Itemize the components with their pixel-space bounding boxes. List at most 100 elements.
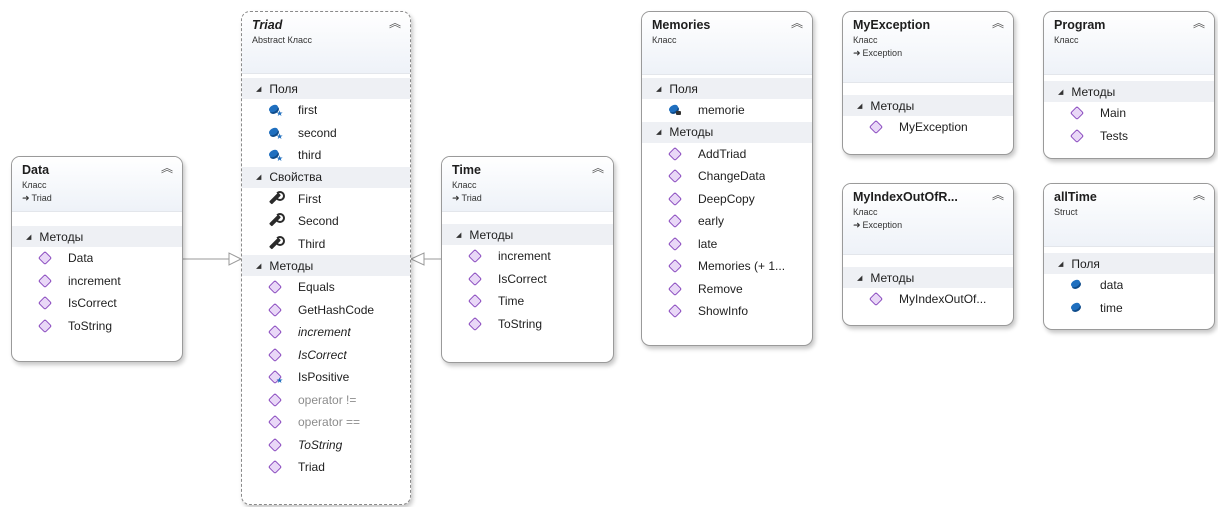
class-time[interactable]: Time Класс ➜ Triad ︽ ◢ Методы increment Is… — [441, 156, 614, 363]
member-method[interactable]: IsCorrect — [12, 292, 182, 315]
member-label: late — [698, 236, 718, 251]
member-method[interactable]: Memories (+ 1... — [642, 255, 812, 278]
collapse-icon[interactable]: ︽ — [992, 17, 1004, 29]
section-methods[interactable]: ◢ Методы — [843, 267, 1013, 288]
member-label: Second — [298, 214, 339, 229]
member-method[interactable]: MyIndexOutOf... — [843, 288, 1013, 311]
method-cube-icon — [668, 304, 682, 318]
class-data[interactable]: Data Класс ➜ Triad ︽ ◢ Методы Data increme… — [11, 156, 183, 362]
static-star-icon: ★ — [276, 131, 284, 141]
section-methods[interactable]: ◢ Методы — [442, 224, 613, 245]
section-methods[interactable]: ◢ Методы — [12, 226, 182, 247]
method-cube-icon — [869, 292, 883, 306]
static-star-icon: ★ — [276, 109, 284, 119]
section-fields[interactable]: ◢ Поля — [642, 78, 812, 99]
member-field[interactable]: time — [1044, 297, 1214, 320]
member-method[interactable]: Time — [442, 290, 613, 313]
method-cube-icon — [268, 325, 282, 339]
class-program[interactable]: Program Класс ︽ ◢ Методы Main Tests — [1043, 11, 1215, 159]
member-label: MyIndexOutOf... — [899, 292, 987, 307]
class-name: MyIndexOutOfR... — [853, 190, 958, 204]
section-properties[interactable]: ◢ Свойства — [242, 166, 410, 188]
class-myindexoutofrange[interactable]: MyIndexOutOfR... Класс ➜ Exception ︽ ◢ Мет… — [842, 183, 1014, 326]
member-method[interactable]: increment — [12, 270, 182, 293]
collapse-icon[interactable]: ︽ — [389, 17, 401, 29]
class-triad[interactable]: Triad Abstract Класс ︽ ◢ Поля ★ first ★ sec… — [241, 11, 411, 505]
method-cube-icon — [668, 147, 682, 161]
class-header: Triad Abstract Класс ︽ — [242, 12, 410, 74]
collapse-icon[interactable]: ︽ — [1193, 17, 1205, 29]
section-methods[interactable]: ◢ Методы — [642, 121, 812, 143]
method-cube-icon — [268, 303, 282, 317]
member-label: IsPositive — [298, 370, 350, 385]
class-myexception[interactable]: MyException Класс ➜ Exception ︽ ◢ Методы M… — [842, 11, 1014, 155]
member-method[interactable]: early — [642, 210, 812, 233]
collapse-icon[interactable]: ︽ — [1193, 189, 1205, 201]
member-method[interactable]: ToString — [12, 315, 182, 338]
member-property[interactable]: Third — [242, 233, 410, 256]
section-fields[interactable]: ◢ Поля — [242, 78, 410, 99]
member-method[interactable]: ChangeData — [642, 165, 812, 188]
class-kind: Класс — [452, 180, 477, 190]
member-method[interactable]: Data — [12, 247, 182, 270]
struct-alltime[interactable]: allTime Struct ︽ ◢ Поля data time — [1043, 183, 1215, 330]
class-name: allTime — [1054, 190, 1097, 204]
member-operator[interactable]: operator != — [242, 389, 410, 412]
collapse-icon[interactable]: ︽ — [592, 162, 604, 174]
member-method[interactable]: Main — [1044, 102, 1214, 125]
member-method[interactable]: increment — [442, 245, 613, 268]
collapse-icon[interactable]: ︽ — [791, 17, 803, 29]
member-label: memorie — [698, 103, 745, 118]
class-kind: Класс — [1054, 35, 1079, 45]
member-method[interactable]: IsCorrect — [442, 268, 613, 291]
member-method-static[interactable]: ★ IsPositive — [242, 366, 410, 389]
member-method[interactable]: Equals — [242, 276, 410, 299]
member-method[interactable]: MyException — [843, 116, 1013, 139]
section-label: Методы — [269, 258, 314, 273]
class-memories[interactable]: Memories Класс ︽ ◢ Поля memorie ◢ Методы A… — [641, 11, 813, 346]
member-method[interactable]: Tests — [1044, 125, 1214, 148]
method-cube-icon — [268, 438, 282, 452]
member-method[interactable]: ToString — [442, 313, 613, 336]
member-field[interactable]: memorie — [642, 99, 812, 122]
member-operator[interactable]: operator == — [242, 411, 410, 434]
section-methods[interactable]: ◢ Методы — [843, 95, 1013, 116]
member-label: increment — [68, 273, 121, 288]
member-method-abstract[interactable]: ToString — [242, 434, 410, 457]
member-field[interactable]: ★ first — [242, 99, 410, 122]
member-method-abstract[interactable]: increment — [242, 321, 410, 344]
triangle-icon: ◢ — [456, 231, 462, 239]
member-method[interactable]: ShowInfo — [642, 300, 812, 323]
member-method[interactable]: late — [642, 233, 812, 256]
section-label: Свойства — [269, 170, 323, 184]
member-method[interactable]: DeepCopy — [642, 188, 812, 211]
member-method[interactable]: Remove — [642, 278, 812, 301]
member-field[interactable]: ★ second — [242, 122, 410, 145]
method-cube-icon — [668, 259, 682, 273]
collapse-icon[interactable]: ︽ — [992, 189, 1004, 201]
section-fields[interactable]: ◢ Поля — [1044, 253, 1214, 274]
method-cube-icon — [468, 272, 482, 286]
member-field[interactable]: ★ third — [242, 144, 410, 167]
base-class-name: Exception — [862, 48, 903, 58]
member-label: data — [1100, 278, 1124, 293]
section-methods[interactable]: ◢ Методы — [1044, 81, 1214, 102]
member-label: operator != — [298, 392, 357, 407]
member-method-abstract[interactable]: IsCorrect — [242, 344, 410, 367]
collapse-icon[interactable]: ︽ — [161, 162, 173, 174]
member-field[interactable]: data — [1044, 274, 1214, 297]
class-kind: Класс — [853, 35, 878, 45]
member-method[interactable]: GetHashCode — [242, 299, 410, 322]
section-methods[interactable]: ◢ Методы — [242, 255, 410, 276]
member-method[interactable]: AddTriad — [642, 143, 812, 166]
member-label: IsCorrect — [498, 271, 547, 286]
member-method[interactable]: Triad — [242, 456, 410, 479]
lock-icon — [676, 111, 681, 116]
member-property[interactable]: Second — [242, 210, 410, 233]
class-name: Data — [22, 163, 50, 177]
member-label: ShowInfo — [698, 304, 749, 319]
method-cube-icon — [668, 237, 682, 251]
member-property[interactable]: First — [242, 188, 410, 211]
